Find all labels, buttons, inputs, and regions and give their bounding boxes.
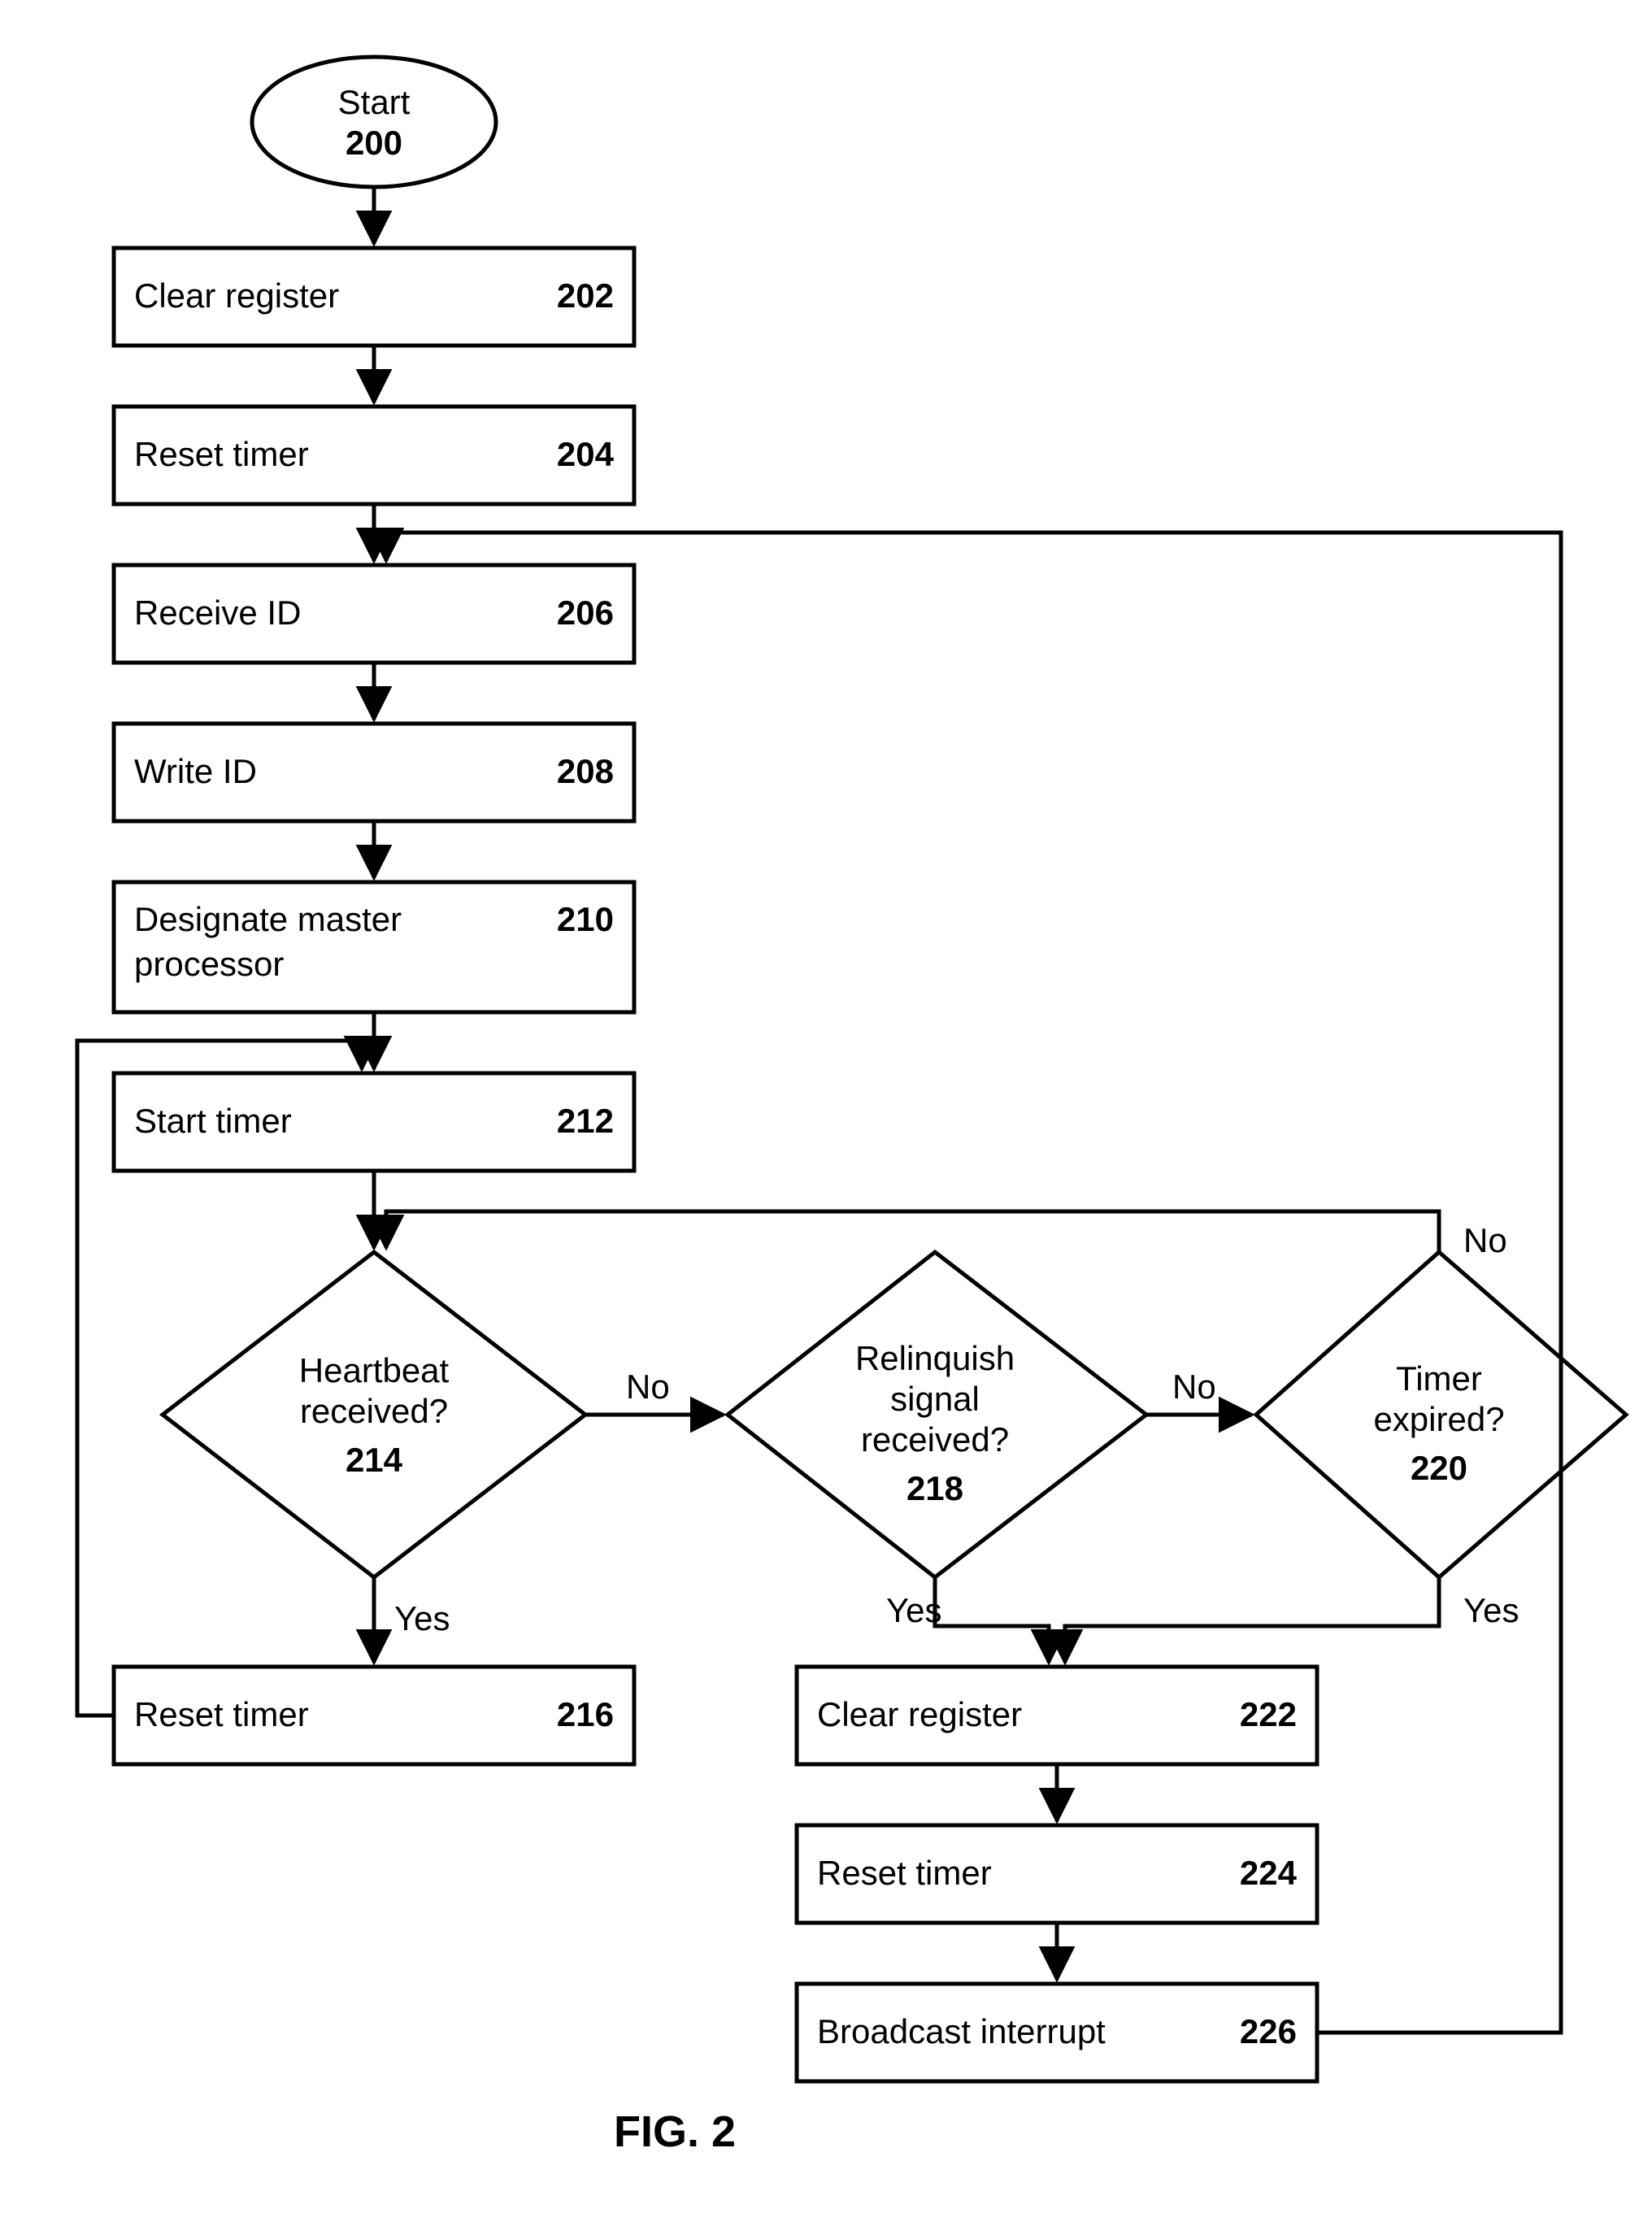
node-start-timer-212-num: 212: [557, 1102, 614, 1140]
node-timer-220-num: 220: [1411, 1449, 1467, 1487]
node-start-label: Start: [338, 83, 411, 121]
node-heartbeat-214-num: 214: [346, 1441, 403, 1479]
node-designate-master-210-num: 210: [557, 900, 614, 938]
node-reset-timer-216-label: Reset timer: [134, 1695, 309, 1733]
node-start: [252, 57, 496, 187]
node-reset-timer-204-label: Reset timer: [134, 435, 309, 473]
node-receive-id-206-num: 206: [557, 594, 614, 632]
node-clear-register-202-num: 202: [557, 276, 614, 315]
edge-relinquish-yes: Yes: [886, 1591, 942, 1629]
node-reset-timer-224-label: Reset timer: [817, 1854, 992, 1892]
edge-timer-yes: Yes: [1463, 1591, 1519, 1629]
node-broadcast-226-num: 226: [1240, 2012, 1297, 2050]
node-clear-register-222-num: 222: [1240, 1695, 1297, 1733]
node-write-id-208-label: Write ID: [134, 752, 257, 790]
node-write-id-208-num: 208: [557, 752, 614, 790]
node-receive-id-206-label: Receive ID: [134, 594, 301, 632]
edge-relinquish-no: No: [1172, 1368, 1216, 1406]
node-broadcast-226-label: Broadcast interrupt: [817, 2012, 1106, 2050]
edge-heartbeat-no: No: [626, 1368, 670, 1406]
node-relinquish-218-l3: received?: [861, 1420, 1009, 1459]
node-relinquish-218-num: 218: [906, 1469, 963, 1507]
figure-label: FIG. 2: [614, 2107, 736, 2156]
node-reset-timer-224-num: 224: [1240, 1854, 1298, 1892]
node-start-num: 200: [346, 124, 402, 162]
node-clear-register-202-label: Clear register: [134, 276, 339, 315]
node-reset-timer-216-num: 216: [557, 1695, 614, 1733]
edge-heartbeat-yes: Yes: [394, 1599, 450, 1637]
node-heartbeat-214-l1: Heartbeat: [299, 1351, 450, 1389]
node-reset-timer-204-num: 204: [557, 435, 615, 473]
node-designate-master-210-label1: Designate master: [134, 900, 402, 938]
edge-timer-no: No: [1463, 1221, 1507, 1259]
node-relinquish-218-l2: signal: [890, 1380, 980, 1418]
node-heartbeat-214-l2: received?: [300, 1392, 448, 1430]
node-designate-master-210-label2: processor: [134, 945, 284, 983]
node-clear-register-222-label: Clear register: [817, 1695, 1022, 1733]
node-start-timer-212-label: Start timer: [134, 1102, 292, 1140]
node-timer-220-l2: expired?: [1373, 1400, 1504, 1438]
node-timer-220-l1: Timer: [1396, 1359, 1482, 1398]
node-relinquish-218-l1: Relinquish: [855, 1339, 1015, 1377]
